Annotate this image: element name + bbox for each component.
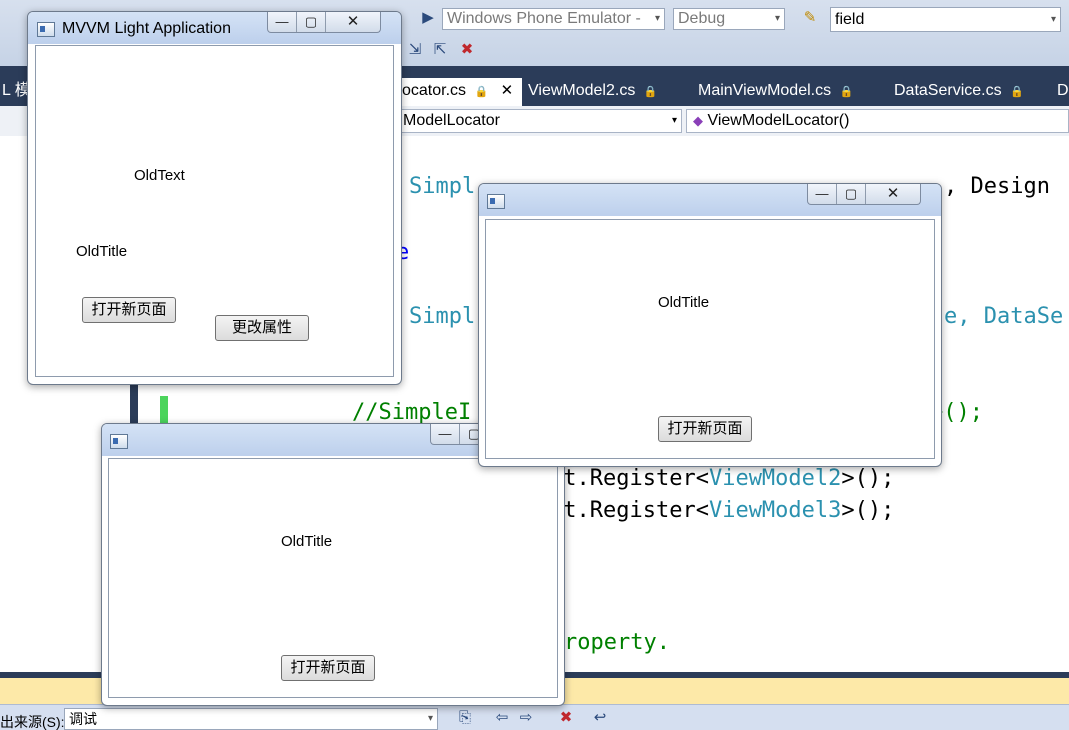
class-combo[interactable]: ModelLocator ▾ bbox=[396, 109, 682, 133]
tab-label: DataService.cs bbox=[894, 82, 1002, 99]
member-combo[interactable]: ◆ ViewModelLocator() bbox=[686, 109, 1069, 133]
open-new-page-button[interactable]: 打开新页面 bbox=[281, 655, 375, 681]
window-title: MVVM Light Application bbox=[62, 20, 231, 37]
configuration-value: Debug bbox=[678, 10, 726, 27]
app-window-main[interactable]: MVVM Light Application — ▢ ✕ OldText Old… bbox=[27, 11, 402, 385]
method-icon: ◆ bbox=[693, 113, 703, 128]
find-message-icon[interactable]: ⎘ bbox=[455, 708, 475, 728]
tab-dataservice[interactable]: DataService.cs 🔒 bbox=[894, 78, 1024, 106]
open-new-page-button[interactable]: 打开新页面 bbox=[82, 297, 176, 323]
output-toolbar: 出来源(S): 调试 ▾ ⎘ ⇦ ⇨ ✖ ↩ bbox=[0, 704, 1069, 730]
chevron-down-icon: ▾ bbox=[654, 13, 660, 24]
tab-overflow[interactable]: D bbox=[1057, 78, 1069, 106]
code-fragment: lt.Register< bbox=[550, 466, 709, 491]
output-source-value: 调试 bbox=[69, 711, 97, 727]
code-type: ViewModel3 bbox=[708, 498, 842, 523]
close-tab-icon[interactable]: ✕ bbox=[501, 82, 514, 99]
window-app-icon bbox=[37, 22, 55, 37]
code-fragment: , Design bbox=[944, 174, 1050, 199]
output-source-combo[interactable]: 调试 ▾ bbox=[64, 708, 438, 730]
window-client-area: OldTitle 打开新页面 bbox=[108, 458, 558, 698]
find-in-files-icon[interactable]: ✎ bbox=[800, 8, 820, 28]
tab-label: ViewModel2.cs bbox=[528, 82, 636, 99]
window-client-area: OldTitle 打开新页面 bbox=[485, 219, 935, 459]
chevron-down-icon: ▾ bbox=[671, 115, 677, 126]
find-combo[interactable]: field ▾ bbox=[830, 7, 1061, 32]
code-fragment: >(); bbox=[841, 498, 895, 523]
next-message-icon[interactable]: ⇨ bbox=[516, 708, 536, 728]
previous-message-icon[interactable]: ⇦ bbox=[492, 708, 512, 728]
chevron-down-icon: ▾ bbox=[427, 713, 433, 724]
open-new-page-button[interactable]: 打开新页面 bbox=[658, 416, 752, 442]
app-window-two[interactable]: — ▢ ✕ OldTitle 打开新页面 bbox=[478, 183, 942, 467]
code-fragment: Simpl bbox=[409, 174, 476, 199]
clear-breakpoints-icon[interactable]: ✖ bbox=[457, 40, 477, 60]
title-label: OldTitle bbox=[658, 294, 710, 311]
window-controls: — ▢ ✕ bbox=[267, 12, 381, 33]
code-type: ViewModel2 bbox=[708, 466, 842, 491]
code-fragment: Simpl bbox=[409, 304, 476, 329]
window-titlebar[interactable]: — ▢ ✕ bbox=[479, 184, 941, 216]
class-combo-value: ModelLocator bbox=[403, 112, 500, 129]
close-button[interactable]: ✕ bbox=[326, 12, 380, 32]
configuration-combo[interactable]: Debug ▾ bbox=[673, 8, 785, 30]
tab-label: D bbox=[1057, 82, 1069, 99]
step-into-icon[interactable]: ⇲ bbox=[405, 40, 425, 60]
code-line: lt.Register<ViewModel2>(); bbox=[550, 466, 894, 491]
tab-viewmodel2[interactable]: ViewModel2.cs 🔒 bbox=[528, 78, 657, 106]
window-controls: — ▢ ✕ bbox=[807, 184, 921, 205]
tab-mainviewmodel[interactable]: MainViewModel.cs 🔒 bbox=[698, 78, 853, 106]
word-wrap-icon[interactable]: ↩ bbox=[590, 708, 610, 728]
tab-label: MainViewModel.cs bbox=[698, 82, 832, 99]
maximize-button[interactable]: ▢ bbox=[837, 184, 866, 204]
code-comment: roperty. bbox=[564, 630, 670, 655]
tab-viewmodellocator[interactable]: ocator.cs 🔒 ✕ bbox=[396, 78, 522, 106]
window-app-icon bbox=[487, 194, 505, 209]
target-device-value: Windows Phone Emulator - bbox=[447, 10, 641, 27]
member-combo-value: ViewModelLocator() bbox=[707, 112, 850, 129]
chevron-down-icon: ▾ bbox=[774, 13, 780, 24]
code-fragment: e, DataSe bbox=[944, 304, 1064, 329]
lock-icon: 🔒 bbox=[643, 86, 658, 98]
title-label: OldTitle bbox=[76, 243, 128, 260]
title-label: OldTitle bbox=[281, 533, 333, 550]
step-over-icon[interactable]: ⇱ bbox=[430, 40, 450, 60]
text-label: OldText bbox=[134, 167, 185, 184]
window-client-area: OldText OldTitle 打开新页面 更改属性 bbox=[35, 45, 394, 377]
maximize-button[interactable]: ▢ bbox=[297, 12, 326, 32]
clear-all-icon[interactable]: ✖ bbox=[556, 708, 576, 728]
start-debug-icon[interactable]: ▶ bbox=[418, 8, 438, 28]
change-property-button[interactable]: 更改属性 bbox=[215, 315, 309, 341]
minimize-button[interactable]: — bbox=[808, 184, 837, 204]
tab-label: ocator.cs bbox=[402, 82, 467, 99]
find-value: field bbox=[835, 11, 865, 28]
code-comment: //SimpleI bbox=[352, 400, 472, 425]
close-button[interactable]: ✕ bbox=[866, 184, 920, 204]
target-device-combo[interactable]: Windows Phone Emulator - ▾ bbox=[442, 8, 665, 30]
window-app-icon bbox=[110, 434, 128, 449]
code-fragment: >(); bbox=[841, 466, 895, 491]
minimize-button[interactable]: — bbox=[268, 12, 297, 32]
lock-icon: 🔒 bbox=[474, 86, 489, 98]
lock-icon: 🔒 bbox=[839, 86, 854, 98]
code-line: lt.Register<ViewModel3>(); bbox=[550, 498, 894, 523]
lock-icon: 🔒 bbox=[1010, 86, 1024, 98]
chevron-down-icon: ▾ bbox=[1050, 14, 1056, 25]
minimize-button[interactable]: — bbox=[431, 424, 460, 444]
output-source-label: 出来源(S): bbox=[0, 714, 65, 730]
code-fragment: lt.Register< bbox=[550, 498, 709, 523]
window-titlebar[interactable]: MVVM Light Application — ▢ ✕ bbox=[28, 12, 401, 44]
